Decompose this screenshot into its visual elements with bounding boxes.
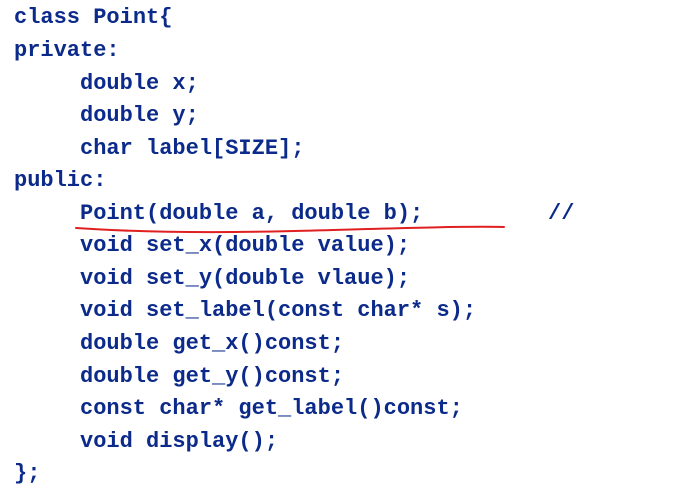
code-line-display: void display();: [80, 429, 279, 454]
code-line-get-x: double get_x()const;: [80, 331, 345, 356]
code-line-member-y: double y;: [80, 103, 199, 128]
code-block: class Point{ private: double x; double y…: [0, 0, 679, 496]
code-line-get-label: const char* get_label()const;: [80, 396, 463, 421]
code-line-private: private:: [14, 38, 120, 63]
code-line-member-label: char label[SIZE];: [80, 136, 305, 161]
code-line-member-x: double x;: [80, 71, 199, 96]
red-underline-annotation: [75, 225, 505, 233]
code-line-class-declaration: class Point{: [14, 5, 173, 30]
code-line-get-y: double get_y()const;: [80, 364, 345, 389]
code-line-set-label: void set_label(const char* s);: [80, 298, 477, 323]
code-line-class-end: };: [14, 461, 41, 486]
code-line-public: public:: [14, 168, 107, 193]
code-comment-marker: //: [548, 201, 575, 226]
code-line-set-y: void set_y(double vlaue);: [80, 266, 411, 291]
